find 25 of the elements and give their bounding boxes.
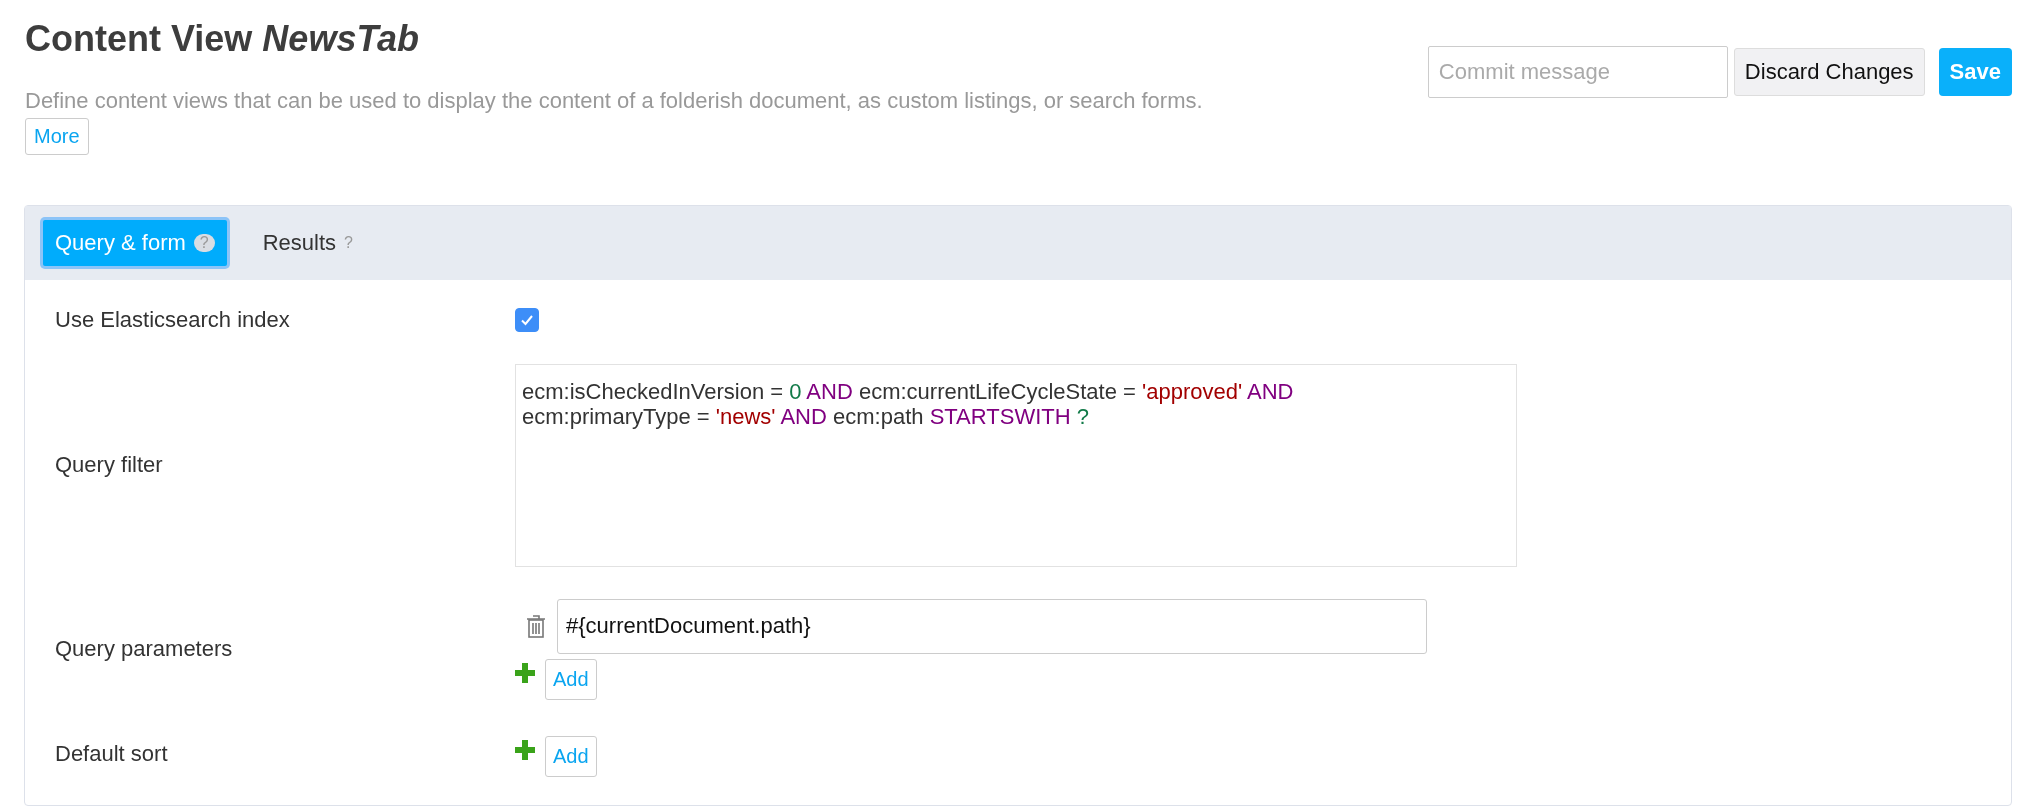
parameter-field[interactable]: #{currentDocument.path} — [557, 598, 1427, 654]
plus-icon[interactable] — [515, 662, 535, 683]
checkbox[interactable] — [515, 308, 539, 332]
field-label: Default sort — [55, 741, 169, 767]
description-text: Define content views that can be used to display the content of a folderish document, as custom listings, or search forms. — [25, 88, 1203, 113]
help-badge[interactable]: ? — [193, 234, 215, 252]
trash-icon[interactable] — [525, 613, 547, 639]
checkmark-icon — [520, 313, 534, 327]
field-label: Use Elasticsearch index — [55, 307, 291, 333]
add-button[interactable]: Add — [545, 658, 597, 700]
query-editor[interactable]: ecm:isCheckedInVersion = 0 AND ecm:currentLifeCycleState = 'approved' AND ecm:primaryType = 'news' AND ecm:path STARTSWITH ? — [515, 363, 1517, 567]
save-button[interactable]: Save — [1938, 48, 2012, 96]
tab[interactable]: Query & form ? — [43, 220, 227, 266]
page-title: Content View NewsTab — [25, 18, 421, 60]
help-badge[interactable]: ? — [344, 234, 353, 252]
tab-label: Query & form — [55, 230, 186, 256]
tab-label: Results — [262, 230, 337, 256]
commit-message-field[interactable]: Commit message — [1427, 46, 1728, 98]
add-button[interactable]: Add — [545, 736, 597, 777]
more-button[interactable]: More — [25, 118, 89, 155]
plus-icon[interactable] — [515, 740, 535, 760]
tab[interactable]: Results ? — [250, 220, 365, 266]
discard-changes-button[interactable]: Discard Changes — [1733, 48, 1925, 96]
field-label: Query parameters — [55, 636, 234, 662]
field-label: Query filter — [55, 452, 164, 478]
